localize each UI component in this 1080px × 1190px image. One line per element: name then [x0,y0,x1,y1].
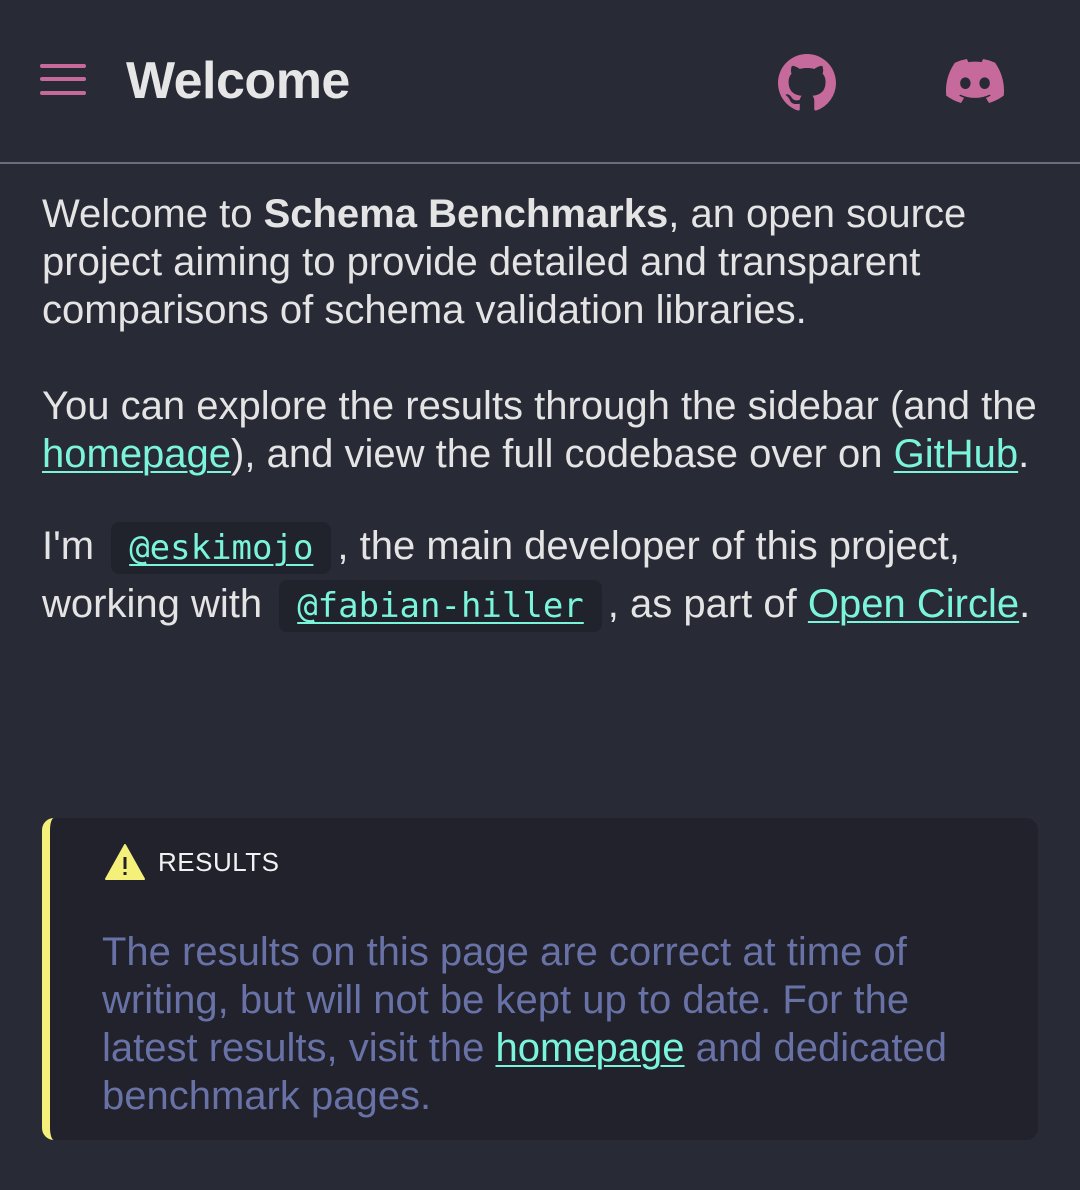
hamburger-menu-icon[interactable] [38,62,88,100]
results-callout: RESULTS The results on this page are cor… [42,818,1038,1140]
credits-text: I'm [42,524,106,568]
explore-text: ), and view the full codebase over on [231,432,894,476]
callout-header: RESULTS [104,842,280,882]
fabian-hiller-link[interactable]: @fabian-hiller [297,586,584,626]
project-name: Schema Benchmarks [263,192,669,236]
handle-badge: @fabian-hiller [279,580,602,632]
open-circle-link[interactable]: Open Circle [808,582,1019,626]
discord-icon[interactable] [946,58,1004,104]
credits-paragraph: I'm @eskimojo, the main developer of thi… [42,518,1042,634]
eskimojo-link[interactable]: @eskimojo [129,528,313,568]
explore-text: You can explore the results through the … [42,384,1037,428]
callout-homepage-link[interactable]: homepage [495,1026,684,1070]
main-content: Welcome to Schema Benchmarks, an open so… [42,190,1042,634]
handle-badge: @eskimojo [111,522,332,574]
callout-body: The results on this page are correct at … [102,928,1002,1120]
explore-paragraph: You can explore the results through the … [42,382,1042,478]
credits-text: . [1019,582,1031,626]
menu-line [40,77,86,81]
explore-text: . [1018,432,1030,476]
homepage-link[interactable]: homepage [42,432,231,476]
github-link[interactable]: GitHub [894,432,1019,476]
top-bar: Welcome [0,0,1080,164]
warning-icon [105,844,145,880]
credits-text: , as part of [607,582,808,626]
github-icon[interactable] [778,54,836,112]
menu-line [40,64,86,68]
intro-text: Welcome to [42,192,264,236]
callout-title: RESULTS [158,846,280,877]
menu-line [40,91,86,95]
page-title: Welcome [126,52,350,110]
intro-paragraph: Welcome to Schema Benchmarks, an open so… [42,190,1042,334]
